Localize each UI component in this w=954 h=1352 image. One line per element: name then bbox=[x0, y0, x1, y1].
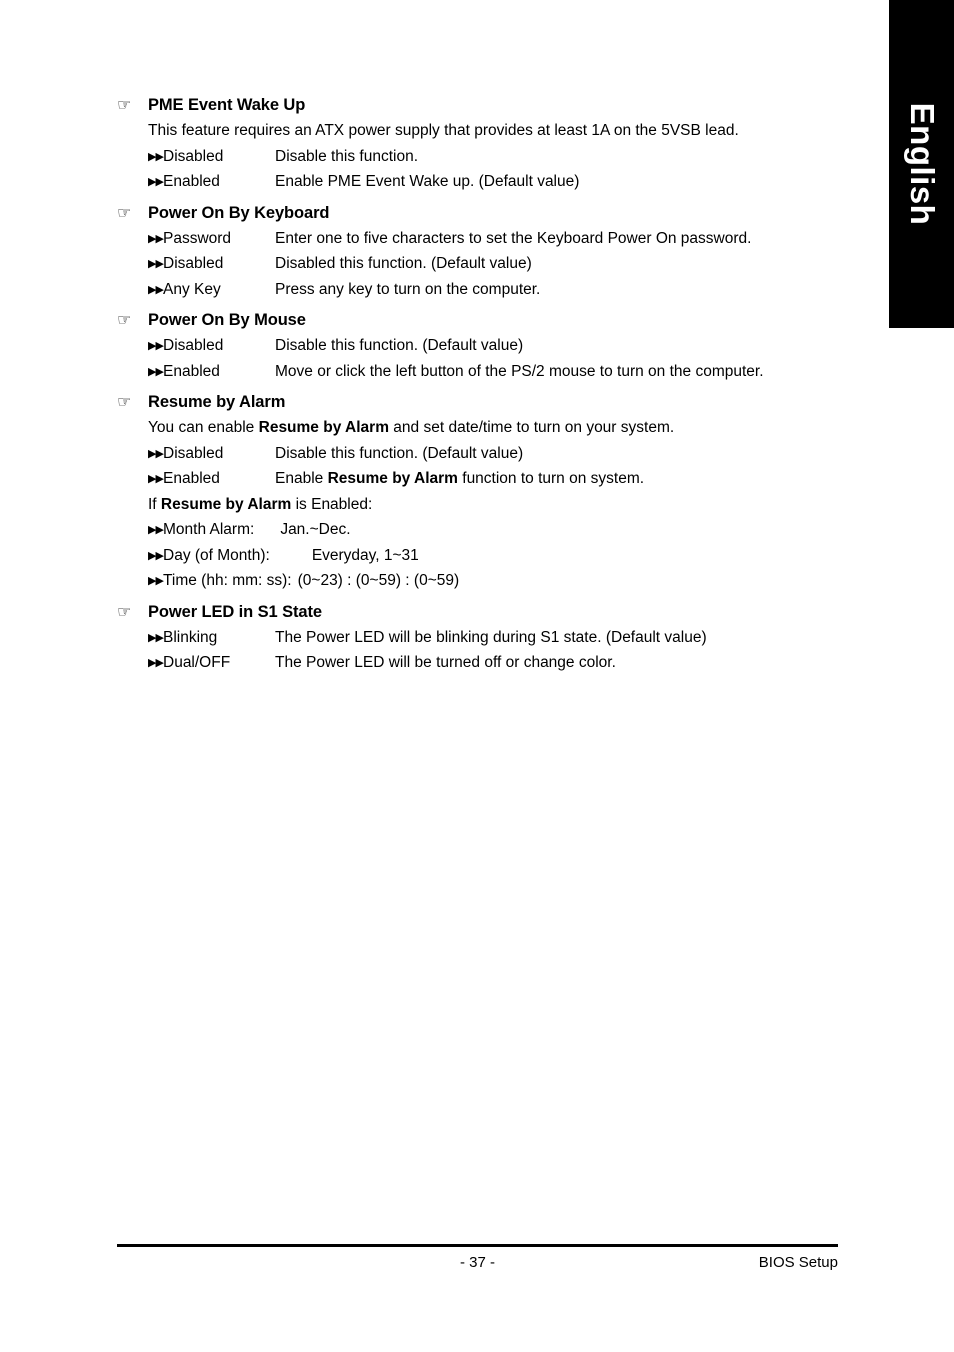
alarm-field-value: (0~23) : (0~59) : (0~59) bbox=[297, 572, 460, 589]
option-description: Enable Resume by Alarm function to turn … bbox=[275, 466, 839, 492]
section-power-on-by-mouse: ☞ Power On By Mouse ▶▶ Disabled Disable … bbox=[117, 307, 839, 384]
language-tab-label: English bbox=[903, 102, 941, 226]
document-body: ☞ PME Event Wake Up This feature require… bbox=[117, 92, 839, 681]
footer-divider bbox=[117, 1244, 838, 1247]
section-paragraph: This feature requires an ATX power suppl… bbox=[148, 122, 739, 139]
double-arrow-bullet-icon: ▶▶ bbox=[148, 548, 164, 562]
section-title: Power On By Keyboard bbox=[148, 203, 330, 222]
paragraph-text-pre: You can enable bbox=[148, 419, 259, 436]
section-power-on-by-keyboard: ☞ Power On By Keyboard ▶▶ Password Enter… bbox=[117, 200, 839, 303]
double-arrow-bullet-icon: ▶▶ bbox=[148, 339, 164, 352]
option-row: ▶▶ Enabled Move or click the left button… bbox=[148, 359, 839, 385]
option-label: Password bbox=[163, 229, 232, 247]
alarm-field-value: Jan.~Dec. bbox=[280, 521, 351, 538]
section-heading: ☞ Power LED in S1 State bbox=[117, 599, 839, 625]
condition-line: If Resume by Alarm is Enabled: bbox=[148, 492, 839, 518]
double-arrow-bullet-icon: ▶▶ bbox=[148, 282, 164, 296]
pointing-hand-icon: ☞ bbox=[117, 95, 132, 114]
section-heading: ☞ PME Event Wake Up bbox=[117, 92, 839, 118]
page-footer: - 37 - BIOS Setup bbox=[117, 1244, 838, 1276]
option-description-pre: Enable bbox=[275, 470, 328, 487]
condition-post: is Enabled: bbox=[291, 495, 373, 513]
option-label: Enabled bbox=[163, 362, 220, 380]
option-label: Dual/OFF bbox=[163, 654, 231, 671]
option-label: Disabled bbox=[163, 337, 224, 354]
pointing-hand-icon: ☞ bbox=[117, 601, 132, 621]
section-resume-by-alarm: ☞ Resume by Alarm You can enable Resume … bbox=[117, 389, 839, 594]
double-arrow-bullet-icon: ▶▶ bbox=[148, 364, 164, 378]
double-arrow-bullet-icon: ▶▶ bbox=[148, 523, 164, 536]
double-arrow-bullet-icon: ▶▶ bbox=[148, 630, 164, 644]
condition-bold: Resume by Alarm bbox=[160, 495, 292, 513]
option-description: Enter one to five characters to set the … bbox=[275, 229, 752, 247]
pointing-hand-icon: ☞ bbox=[117, 202, 132, 222]
language-tab: English bbox=[889, 0, 954, 328]
double-arrow-bullet-icon: ▶▶ bbox=[148, 656, 164, 669]
double-arrow-bullet-icon: ▶▶ bbox=[148, 574, 164, 587]
section-paragraph: You can enable Resume by Alarm and set d… bbox=[148, 415, 839, 441]
alarm-field-row: ▶▶ Day (of Month): Everyday, 1~31 bbox=[148, 543, 839, 569]
alarm-field-label: Day (of Month): bbox=[163, 546, 270, 564]
option-label: Enabled bbox=[163, 470, 220, 487]
option-description: Disable this function. (Default value) bbox=[275, 444, 524, 462]
option-row: ▶▶ Dual/OFF The Power LED will be turned… bbox=[148, 650, 839, 676]
footer-document-label: BIOS Setup bbox=[758, 1254, 838, 1271]
pointing-hand-icon: ☞ bbox=[117, 392, 132, 411]
double-arrow-bullet-icon: ▶▶ bbox=[148, 257, 164, 270]
option-description: Press any key to turn on the computer. bbox=[275, 280, 541, 298]
option-description: Disable this function. (Default value) bbox=[275, 337, 524, 354]
section-title: PME Event Wake Up bbox=[148, 96, 306, 114]
section-heading: ☞ Power On By Mouse bbox=[117, 307, 839, 333]
option-row: ▶▶ Disabled Disable this function. (Defa… bbox=[148, 333, 839, 359]
option-label: Disabled bbox=[163, 255, 224, 272]
condition-pre: If bbox=[148, 495, 161, 513]
option-label: Disabled bbox=[163, 444, 224, 462]
option-row: ▶▶ Enabled Enable PME Event Wake up. (De… bbox=[148, 169, 839, 195]
option-row: ▶▶ Disabled Disable this function. (Defa… bbox=[148, 441, 839, 467]
alarm-field-row: ▶▶ Month Alarm: Jan.~Dec. bbox=[148, 517, 839, 543]
alarm-field-label: Time (hh: mm: ss): bbox=[163, 572, 292, 589]
double-arrow-bullet-icon: ▶▶ bbox=[148, 472, 164, 485]
alarm-field-row: ▶▶ Time (hh: mm: ss): (0~23) : (0~59) : … bbox=[148, 568, 839, 594]
double-arrow-bullet-icon: ▶▶ bbox=[148, 149, 164, 163]
section-power-led-in-s1-state: ☞ Power LED in S1 State ▶▶ Blinking The … bbox=[117, 599, 839, 676]
section-heading: ☞ Resume by Alarm bbox=[117, 389, 839, 415]
option-description: The Power LED will be blinking during S1… bbox=[275, 628, 707, 646]
paragraph-text-post: and set date/time to turn on your system… bbox=[389, 419, 675, 436]
option-row: ▶▶ Password Enter one to five characters… bbox=[148, 226, 839, 252]
section-title: Resume by Alarm bbox=[148, 393, 286, 411]
option-row: ▶▶ Disabled Disabled this function. (Def… bbox=[148, 251, 839, 277]
option-label: Blinking bbox=[163, 628, 218, 646]
footer-row: - 37 - BIOS Setup bbox=[117, 1250, 838, 1276]
option-row: ▶▶ Enabled Enable Resume by Alarm functi… bbox=[148, 466, 839, 492]
option-description: The Power LED will be turned off or chan… bbox=[275, 654, 616, 671]
option-row: ▶▶ Any Key Press any key to turn on the … bbox=[148, 277, 839, 303]
option-description: Move or click the left button of the PS/… bbox=[275, 362, 764, 380]
section-pme-event-wake-up: ☞ PME Event Wake Up This feature require… bbox=[117, 92, 839, 195]
double-arrow-bullet-icon: ▶▶ bbox=[148, 446, 164, 460]
option-description: Disable this function. bbox=[275, 147, 419, 165]
paragraph-text-bold: Resume by Alarm bbox=[258, 419, 389, 436]
double-arrow-bullet-icon: ▶▶ bbox=[148, 231, 164, 245]
alarm-field-value: Everyday, 1~31 bbox=[311, 546, 419, 564]
option-description-bold: Resume by Alarm bbox=[327, 470, 458, 487]
option-description: Enable PME Event Wake up. (Default value… bbox=[275, 173, 580, 190]
alarm-field-label: Month Alarm: bbox=[163, 521, 255, 538]
option-label: Enabled bbox=[163, 173, 220, 190]
page-number: - 37 - bbox=[459, 1254, 495, 1271]
section-title: Power LED in S1 State bbox=[148, 602, 322, 621]
double-arrow-bullet-icon: ▶▶ bbox=[148, 175, 164, 188]
pointing-hand-icon: ☞ bbox=[117, 310, 132, 329]
option-row: ▶▶ Disabled Disable this function. bbox=[148, 144, 839, 170]
option-description: Disabled this function. (Default value) bbox=[275, 255, 532, 272]
option-label: Disabled bbox=[163, 147, 224, 165]
option-description-post: function to turn on system. bbox=[457, 470, 645, 487]
section-title: Power On By Mouse bbox=[148, 311, 306, 329]
option-row: ▶▶ Blinking The Power LED will be blinki… bbox=[148, 625, 839, 651]
option-label: Any Key bbox=[163, 280, 221, 298]
section-heading: ☞ Power On By Keyboard bbox=[117, 200, 839, 226]
